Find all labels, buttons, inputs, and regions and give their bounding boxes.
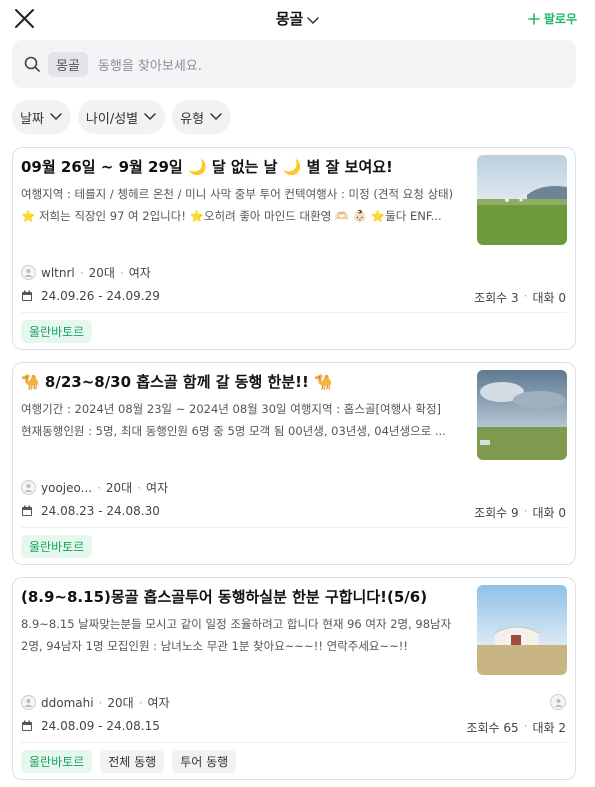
post-author: wltnrl · 20대 · 여자	[21, 264, 151, 281]
tag-list: 울란바토르 전체 동행 투어 동행	[21, 750, 237, 773]
calendar-icon	[22, 720, 32, 731]
user-icon	[24, 269, 33, 277]
avatar[interactable]	[21, 480, 36, 495]
trip-dates: 24.08.09 - 24.08.15	[21, 719, 160, 733]
avatar[interactable]	[21, 265, 36, 280]
post-card[interactable]: 09월 26일 ~ 9월 29일 🌙 달 없는 날 🌙 별 잘 보여요! 여행지…	[12, 147, 576, 350]
post-title: (8.9~8.15)몽골 홉스골투어 동행하실분 한분 구합니다!(5/6)	[21, 588, 428, 606]
search-input[interactable]: 동행을 찾아보세요.	[98, 55, 202, 74]
post-description-line: 현재동행인원 : 5명, 최대 동행인원 6명 중 5명 모객 됨 00년생, …	[21, 424, 446, 438]
post-stats: 조회수 9 · 대화 0	[474, 504, 566, 521]
filter-bar: 날짜 나이/성별 유형	[12, 100, 232, 134]
post-description-line: ⭐ 저희는 직장인 97 여 2입니다! ⭐오히려 좋아 마인드 대환영 🫶🏻 …	[21, 209, 442, 223]
region-selector[interactable]: 몽골	[0, 8, 595, 29]
author-age: 20대	[88, 266, 115, 280]
calendar-icon	[22, 505, 32, 516]
view-count: 조회수 65	[466, 721, 519, 735]
page-title: 몽골	[275, 10, 304, 28]
chevron-down-icon	[50, 113, 62, 121]
top-header: 몽골 팔로우	[0, 0, 595, 38]
post-thumbnail	[477, 155, 567, 245]
post-card[interactable]: (8.9~8.15)몽골 홉스골투어 동행하실분 한분 구합니다!(5/6) 8…	[12, 577, 576, 780]
separator-dot: ·	[97, 480, 101, 495]
post-title: 09월 26일 ~ 9월 29일 🌙 달 없는 날 🌙 별 잘 보여요!	[21, 158, 393, 176]
separator-dot: ·	[138, 695, 143, 710]
chevron-down-icon	[144, 113, 156, 121]
calendar-icon	[22, 290, 32, 301]
filter-date-button[interactable]: 날짜	[12, 100, 71, 134]
author-gender: 여자	[147, 696, 170, 710]
view-count: 조회수 3	[474, 291, 519, 305]
post-thumbnail	[477, 585, 567, 675]
author-age: 20대	[105, 481, 133, 495]
filter-label: 유형	[180, 111, 205, 127]
chat-count: 대화 2	[532, 721, 566, 735]
filter-age-gender-button[interactable]: 나이/성별	[77, 100, 166, 134]
chat-count: 대화 0	[532, 291, 566, 305]
avatar[interactable]	[21, 695, 36, 710]
search-icon	[24, 56, 40, 72]
participant-avatar[interactable]	[550, 694, 566, 710]
filter-label: 나이/성별	[85, 111, 139, 127]
post-author: ddomahi · 20대 · 여자	[21, 694, 170, 711]
author-gender: 여자	[128, 266, 151, 280]
post-thumbnail	[477, 370, 567, 460]
post-stats: 조회수 65 · 대화 2	[466, 719, 566, 736]
post-description-line: 8.9~8.15 날짜맞는분들 모시고 같이 일정 조율하려고 합니다 현재 9…	[21, 617, 452, 631]
post-author: yoojeo... · 20대 · 여자	[21, 479, 168, 496]
follow-button[interactable]: 팔로우	[528, 10, 577, 27]
chat-count: 대화 0	[532, 506, 566, 520]
divider	[21, 742, 567, 743]
search-region-chip[interactable]: 몽골	[48, 51, 88, 77]
follow-label: 팔로우	[543, 12, 577, 26]
author-name[interactable]: wltnrl	[41, 266, 75, 280]
separator-dot: ·	[523, 719, 528, 733]
user-icon	[24, 484, 33, 492]
post-stats: 조회수 3 · 대화 0	[474, 289, 566, 306]
trip-dates: 24.09.26 - 24.09.29	[21, 289, 160, 303]
user-icon	[554, 698, 562, 707]
tag-type[interactable]: 투어 동행	[172, 750, 237, 773]
separator-dot: ·	[119, 265, 124, 280]
date-range: 24.08.09 - 24.08.15	[41, 719, 160, 733]
user-icon	[24, 699, 33, 707]
separator-dot: ·	[523, 289, 528, 303]
divider	[21, 527, 567, 528]
tag-region[interactable]: 울란바토르	[21, 535, 93, 558]
post-card[interactable]: 🐪 8/23~8/30 홉스골 함께 갈 동행 한분!! 🐪 여행기간 : 20…	[12, 362, 576, 565]
separator-dot: ·	[523, 504, 528, 518]
author-gender: 여자	[146, 481, 169, 495]
author-age: 20대	[107, 696, 134, 710]
date-range: 24.09.26 - 24.09.29	[41, 289, 160, 303]
separator-dot: ·	[98, 695, 103, 710]
tag-list: 울란바토르	[21, 535, 93, 558]
post-description-line: 2명, 94남자 1명 모집인원 : 남녀노소 무관 1분 찾아요~~~!! 연…	[21, 639, 408, 653]
separator-dot: ·	[137, 480, 142, 495]
author-name[interactable]: ddomahi	[41, 696, 94, 710]
date-range: 24.08.23 - 24.08.30	[41, 504, 160, 518]
tag-type[interactable]: 전체 동행	[100, 750, 165, 773]
trip-dates: 24.08.23 - 24.08.30	[21, 504, 160, 518]
post-description-line: 여행기간 : 2024년 08월 23일 ~ 2024년 08월 30일 여행지…	[21, 402, 442, 416]
separator-dot: ·	[79, 265, 84, 280]
plus-icon	[528, 12, 540, 25]
search-bar[interactable]: 몽골 동행을 찾아보세요.	[12, 40, 576, 88]
view-count: 조회수 9	[474, 506, 519, 520]
chevron-down-icon	[210, 113, 222, 121]
tag-region[interactable]: 울란바토르	[21, 750, 93, 773]
chevron-down-icon	[307, 11, 320, 29]
filter-type-button[interactable]: 유형	[172, 100, 232, 134]
filter-label: 날짜	[20, 111, 44, 127]
post-description-line: 여행지역 : 테를지 / 쳉헤르 온천 / 미니 사막 중부 투어 컨텍여행사 …	[21, 187, 454, 201]
tag-list: 울란바토르	[21, 320, 93, 343]
tag-region[interactable]: 울란바토르	[21, 320, 93, 343]
divider	[21, 312, 567, 313]
author-name[interactable]: yoojeo...	[41, 481, 92, 495]
post-title: 🐪 8/23~8/30 홉스골 함께 갈 동행 한분!! 🐪	[21, 373, 333, 391]
